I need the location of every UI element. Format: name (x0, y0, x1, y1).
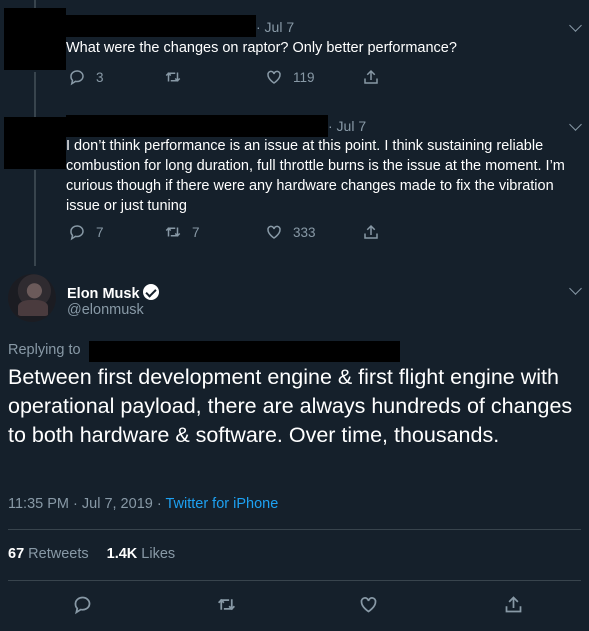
redacted-avatar-2 (4, 117, 66, 169)
main-reply-button[interactable] (72, 594, 93, 615)
verified-badge-icon (142, 284, 159, 300)
reply-button[interactable]: 7 (68, 223, 104, 241)
reply-1-text: What were the changes on raptor? Only be… (66, 40, 457, 56)
like-icon (267, 70, 281, 84)
likes-stat[interactable]: 1.4K Likes (107, 546, 176, 562)
like-count: 333 (293, 224, 316, 240)
like-icon (360, 597, 377, 613)
share-button[interactable] (362, 223, 380, 241)
main-tweet-text: Between first development engine & first… (8, 365, 573, 447)
author-handle[interactable]: @elonmusk (67, 302, 144, 318)
retweets-label: Retweets (28, 546, 89, 562)
like-count: 119 (293, 69, 315, 85)
reply-icon (70, 225, 84, 241)
like-total: 1.4K (106, 546, 138, 562)
retweet-count: 7 (192, 224, 200, 240)
reply-icon (70, 70, 84, 86)
retweets-stat[interactable]: 67 Retweets (8, 546, 89, 562)
reply-2-text: I don’t think performance is an issue at… (66, 138, 565, 214)
retweet-icon (165, 227, 181, 237)
redacted-avatar-1 (4, 8, 66, 70)
like-button[interactable]: 333 (265, 223, 316, 241)
share-icon (364, 69, 378, 84)
retweet-button[interactable] (164, 68, 192, 86)
divider (8, 529, 581, 530)
reply-count: 3 (96, 69, 104, 85)
share-icon (505, 596, 522, 613)
likes-label: Likes (141, 546, 176, 562)
engagement-stats: 67 Retweets 1.4K Likes (8, 546, 175, 562)
retweet-icon (218, 598, 235, 611)
share-button[interactable] (362, 68, 380, 86)
divider (8, 580, 581, 581)
chevron-down-icon[interactable] (569, 118, 582, 131)
share-icon (364, 224, 378, 239)
chevron-down-icon[interactable] (569, 19, 582, 32)
redacted-author-1 (66, 15, 256, 37)
retweet-icon (165, 72, 181, 82)
reply-button[interactable]: 3 (68, 68, 104, 86)
author-name[interactable]: Elon Musk (67, 286, 140, 302)
like-button[interactable]: 119 (265, 68, 315, 86)
reply-count: 7 (96, 224, 104, 240)
avatar[interactable] (8, 274, 56, 322)
like-icon (267, 225, 281, 239)
redacted-replying-to-handle[interactable] (89, 341, 400, 362)
thread-line-1 (34, 72, 36, 122)
chevron-down-icon[interactable] (569, 282, 582, 295)
reply-icon (74, 596, 91, 615)
main-like-button[interactable] (358, 594, 379, 615)
main-share-button[interactable] (503, 594, 524, 615)
redacted-author-2 (66, 115, 328, 137)
retweet-total: 67 (8, 546, 25, 562)
tweet-source-link[interactable]: Twitter for iPhone (165, 496, 278, 512)
tweet-timestamp[interactable]: 11:35 PM · Jul 7, 2019 · (8, 496, 165, 512)
reply-2-time[interactable]: · Jul 7 (328, 118, 366, 134)
main-retweet-button[interactable] (216, 594, 237, 615)
tweet-meta: 11:35 PM · Jul 7, 2019 · Twitter for iPh… (8, 496, 278, 512)
retweet-button[interactable]: 7 (164, 223, 200, 241)
author-name-row[interactable]: Elon Musk (67, 284, 159, 302)
thread-line-2 (34, 170, 36, 266)
reply-1-time[interactable]: · Jul 7 (256, 19, 294, 35)
thread-line-top (34, 0, 36, 8)
replying-to-label: Replying to (8, 342, 81, 358)
